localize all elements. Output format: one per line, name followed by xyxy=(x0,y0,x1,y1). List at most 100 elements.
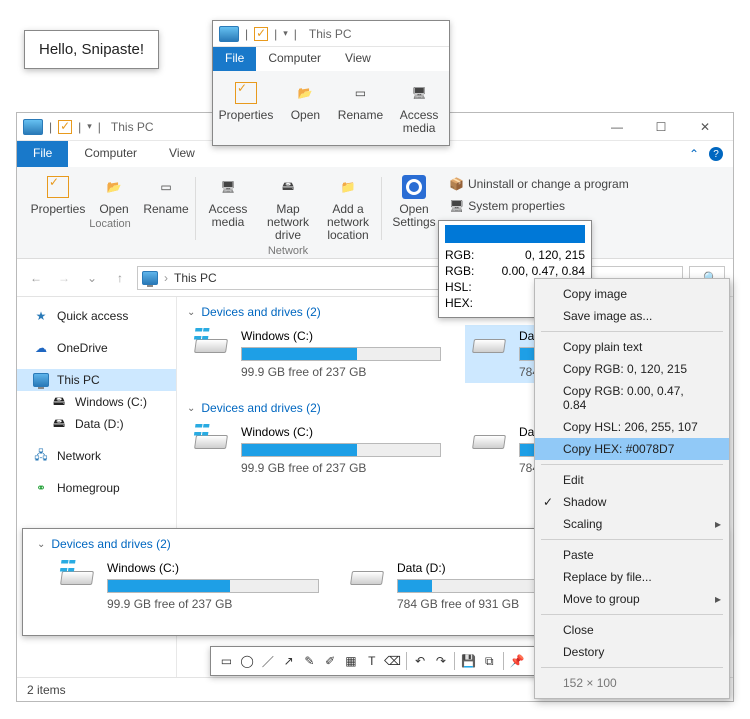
drive-free: 99.9 GB free of 237 GB xyxy=(241,461,441,475)
tool-copy[interactable]: ⧉ xyxy=(480,650,499,672)
ribbon-rename[interactable]: ▭ Rename xyxy=(338,79,383,135)
chevron-down-icon: ⌄ xyxy=(37,539,45,550)
ribbon-uninstall[interactable]: 📦 Uninstall or change a program xyxy=(447,175,631,193)
group-label: Location xyxy=(89,218,131,230)
nav-windows-c[interactable]: 🖴 Windows (C:) xyxy=(17,391,176,413)
tool-pin[interactable]: 📌 xyxy=(508,650,527,672)
menu-item[interactable]: Copy image xyxy=(535,283,729,305)
tool-ellipse[interactable]: ◯ xyxy=(238,650,257,672)
tool-save[interactable]: 💾 xyxy=(459,650,478,672)
collapse-ribbon-icon[interactable]: ⌃ xyxy=(689,147,699,161)
chevron-down-icon: ⌄ xyxy=(187,307,195,318)
menu-item[interactable]: Save image as... xyxy=(535,305,729,327)
drive-item[interactable]: Windows (C:) 99.9 GB free of 237 GB xyxy=(187,325,445,383)
qat-sep: | xyxy=(245,27,248,41)
nav-data-d[interactable]: 🖴 Data (D:) xyxy=(17,413,176,435)
back-button[interactable]: ← xyxy=(25,267,47,289)
nav-network[interactable]: 🖧 Network xyxy=(17,445,176,467)
close-button[interactable]: ✕ xyxy=(683,113,727,141)
menu-item-label: Destory xyxy=(563,645,604,659)
ribbon-map-drive[interactable]: 🖴 Map network drive xyxy=(261,173,315,243)
tool-undo[interactable]: ↶ xyxy=(411,650,430,672)
menu-item[interactable]: Replace by file... xyxy=(535,566,729,588)
add-location-icon: 📁 xyxy=(334,173,362,201)
menu-item-label: Copy RGB: 0.00, 0.47, 0.84 xyxy=(563,384,707,412)
menu-item[interactable]: Copy HEX: #0078D7 xyxy=(535,438,729,460)
tool-rect[interactable]: ▭ xyxy=(217,650,236,672)
menu-item[interactable]: ✓Shadow xyxy=(535,491,729,513)
forward-button[interactable]: → xyxy=(53,267,75,289)
color-key: RGB: xyxy=(445,247,483,263)
tab-computer[interactable]: Computer xyxy=(68,141,153,167)
tool-redo[interactable]: ↷ xyxy=(432,650,451,672)
help-icon[interactable]: ? xyxy=(709,147,723,161)
pc-icon xyxy=(142,271,158,285)
check-icon xyxy=(254,27,268,41)
drive-icon xyxy=(191,329,231,363)
menu-item[interactable]: Scaling▸ xyxy=(535,513,729,535)
tool-marker[interactable]: ✐ xyxy=(321,650,340,672)
network-icon: 🖧 xyxy=(33,448,49,464)
menu-dimensions: 152 × 100 xyxy=(535,672,729,694)
nav-onedrive[interactable]: ☁ OneDrive xyxy=(17,337,176,359)
recent-button[interactable]: ⌄ xyxy=(81,267,103,289)
tool-line[interactable]: ／ xyxy=(259,650,278,672)
separator xyxy=(406,652,407,670)
ribbon-properties[interactable]: Properties xyxy=(219,79,273,135)
pc-icon xyxy=(219,26,239,42)
drive-name: Windows (C:) xyxy=(107,561,319,575)
tool-mosaic[interactable]: ▦ xyxy=(342,650,361,672)
ribbon-open-settings[interactable]: Open Settings xyxy=(387,173,441,229)
maximize-button[interactable]: ☐ xyxy=(639,113,683,141)
breadcrumb[interactable]: This PC xyxy=(174,271,217,285)
ribbon-open[interactable]: 📂 Open xyxy=(91,173,137,216)
ribbon-access-media[interactable]: 🖥 Access media xyxy=(395,79,443,135)
chevron-down-icon[interactable]: ▾ xyxy=(283,28,288,39)
menu-item-label: Save image as... xyxy=(563,309,652,323)
tab-view[interactable]: View xyxy=(153,141,211,167)
menu-item[interactable]: Copy RGB: 0.00, 0.47, 0.84 xyxy=(535,380,729,416)
menu-item-label: Edit xyxy=(563,473,584,487)
homegroup-icon: ⚭ xyxy=(33,480,49,496)
ribbon-system-properties[interactable]: 🖥 System properties xyxy=(447,197,631,215)
menu-item[interactable]: Copy HSL: 206, 255, 107 xyxy=(535,416,729,438)
drive-item[interactable]: Windows (C:) 99.9 GB free of 237 GB xyxy=(187,421,445,479)
menu-item[interactable]: Edit xyxy=(535,469,729,491)
window-title: This PC xyxy=(309,27,352,41)
tab-computer[interactable]: Computer xyxy=(256,47,333,71)
ribbon-add-location[interactable]: 📁 Add a network location xyxy=(321,173,375,243)
chevron-right-icon: ▸ xyxy=(715,592,721,606)
tab-file[interactable]: File xyxy=(17,141,68,167)
ribbon-rename[interactable]: ▭ Rename xyxy=(143,173,189,216)
menu-item[interactable]: Destory xyxy=(535,641,729,663)
tab-view[interactable]: View xyxy=(333,47,383,71)
nav-quick-access[interactable]: ★ Quick access xyxy=(17,305,176,327)
up-button[interactable]: ↑ xyxy=(109,267,131,289)
tool-eraser[interactable]: ⌫ xyxy=(383,650,402,672)
map-drive-icon: 🖴 xyxy=(274,173,302,201)
menu-item[interactable]: Move to group▸ xyxy=(535,588,729,610)
item-count: 2 items xyxy=(27,683,66,697)
tab-file[interactable]: File xyxy=(213,47,256,71)
menu-item[interactable]: Paste xyxy=(535,544,729,566)
menu-item[interactable]: Copy RGB: 0, 120, 215 xyxy=(535,358,729,380)
chevron-down-icon[interactable]: ▾ xyxy=(87,121,92,132)
chevron-right-icon: ▸ xyxy=(715,517,721,531)
menu-item[interactable]: Copy plain text xyxy=(535,336,729,358)
drive-icon xyxy=(469,329,509,363)
window-title: This PC xyxy=(111,120,154,134)
ribbon-access-media[interactable]: 🖥 Access media xyxy=(201,173,255,243)
separator xyxy=(503,652,504,670)
tool-arrow[interactable]: ↗ xyxy=(279,650,298,672)
usage-bar xyxy=(241,443,441,457)
nav-homegroup[interactable]: ⚭ Homegroup xyxy=(17,477,176,499)
ribbon-open[interactable]: 📂 Open xyxy=(285,79,326,135)
minimize-button[interactable]: — xyxy=(595,113,639,141)
menu-item[interactable]: Close xyxy=(535,619,729,641)
properties-icon xyxy=(235,82,257,104)
ribbon-properties[interactable]: Properties xyxy=(31,173,85,216)
nav-this-pc[interactable]: This PC xyxy=(17,369,176,391)
tool-pen[interactable]: ✎ xyxy=(300,650,319,672)
drive-item[interactable]: Windows (C:) 99.9 GB free of 237 GB xyxy=(53,557,323,615)
tool-text[interactable]: T xyxy=(362,650,381,672)
